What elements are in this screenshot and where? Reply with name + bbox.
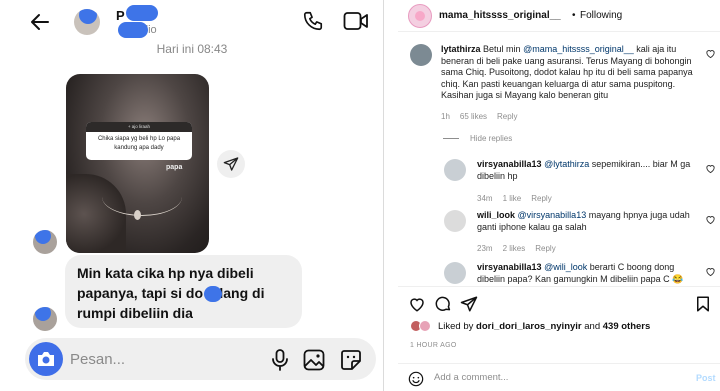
- sender-avatar: [33, 307, 57, 331]
- heart-icon[interactable]: [705, 266, 716, 277]
- gallery-icon[interactable]: [303, 349, 325, 371]
- comment: lytathirza Betul min @mama_hitssss_origi…: [441, 44, 703, 102]
- add-comment-row: Post: [398, 363, 720, 391]
- media-caption: papa: [166, 164, 183, 171]
- question-text: Chika siapa yg beli hp Lo papa kandung a…: [97, 136, 181, 151]
- chat-timestamp: Hari ini 08:43: [156, 42, 228, 56]
- reply-username[interactable]: virsyanabilla13: [477, 262, 542, 272]
- emoji-icon[interactable]: [408, 371, 424, 387]
- add-comment-input[interactable]: [434, 372, 664, 383]
- post-actions: [398, 286, 720, 316]
- liked-by-user[interactable]: dori_dori_laros_nyinyir: [476, 321, 582, 332]
- media-necklace: [102, 178, 182, 216]
- comment-likes[interactable]: 65 likes: [460, 112, 487, 121]
- heart-icon[interactable]: [705, 48, 716, 59]
- shared-media[interactable]: + ajo liraah Chika siapa yg beli hp Lo p…: [66, 74, 209, 253]
- share-icon: [223, 157, 239, 171]
- reply-likes[interactable]: 1 like: [503, 194, 522, 203]
- mic-icon[interactable]: [270, 349, 290, 371]
- phone-icon[interactable]: [302, 10, 324, 32]
- reply-meta: 34m 1 like Reply: [477, 194, 562, 203]
- comment-avatar[interactable]: [410, 44, 432, 66]
- media-pendant: [134, 210, 141, 220]
- back-arrow-icon[interactable]: [28, 10, 52, 34]
- message-input[interactable]: [70, 349, 220, 369]
- reply-avatar[interactable]: [444, 210, 466, 232]
- share-button[interactable]: [217, 150, 245, 178]
- comment-icon[interactable]: [434, 295, 452, 313]
- post-time: 1 HOUR AGO: [410, 342, 457, 349]
- bookmark-icon[interactable]: [694, 295, 712, 313]
- camera-button[interactable]: [29, 342, 63, 376]
- reply-meta: 23m 2 likes Reply: [477, 244, 566, 253]
- reply-reply[interactable]: Reply: [535, 244, 555, 253]
- header-separator: •: [572, 10, 576, 21]
- chat-header: P o dio: [0, 0, 383, 44]
- sender-avatar: [33, 230, 57, 254]
- contact-avatar[interactable]: [74, 9, 100, 35]
- reply-username[interactable]: virsyanabilla13: [477, 159, 542, 169]
- question-header: + ajo liraah: [86, 122, 192, 132]
- follow-status[interactable]: Following: [580, 10, 622, 21]
- comment-mention[interactable]: @mama_hitssss_original__: [523, 44, 634, 54]
- message-text: Min kata cika hp nya dibeli papanya, tap…: [77, 265, 265, 321]
- sticker-icon[interactable]: [340, 349, 362, 371]
- post-panel: mama_hitssss_original__ • Following lyta…: [398, 0, 720, 391]
- reply-time: 34m: [477, 194, 493, 203]
- reply: virsyanabilla13 @lytathirza sepemikiran.…: [477, 159, 699, 182]
- comment-username[interactable]: lytathirza: [441, 44, 481, 54]
- reply-avatar[interactable]: [444, 262, 466, 284]
- reply-mention[interactable]: @virsyanabilla13: [518, 210, 587, 220]
- reply-likes[interactable]: 2 likes: [503, 244, 526, 253]
- hide-replies-line: [443, 138, 459, 139]
- heart-icon[interactable]: [705, 214, 716, 225]
- likes-prefix: Liked by: [438, 321, 477, 332]
- redaction-blob: [126, 5, 158, 21]
- reply-username[interactable]: wili_look: [477, 210, 515, 220]
- video-icon[interactable]: [343, 11, 369, 31]
- post-author-username[interactable]: mama_hitssss_original__: [439, 10, 561, 21]
- liked-by-others[interactable]: 439 others: [603, 321, 651, 332]
- reply-reply[interactable]: Reply: [531, 194, 551, 203]
- post-author-avatar[interactable]: [408, 4, 432, 28]
- reply-avatar[interactable]: [444, 159, 466, 181]
- chat-panel: P o dio Hari ini 08:43 + ajo liraah Chik…: [0, 0, 384, 391]
- hide-replies-button[interactable]: Hide replies: [470, 134, 512, 143]
- camera-icon: [38, 352, 54, 366]
- send-icon[interactable]: [460, 295, 478, 313]
- comment-meta: 1h 65 likes Reply: [441, 112, 527, 121]
- redaction-blob: [204, 286, 222, 302]
- reply: virsyanabilla13 @wili_look berarti C boo…: [477, 262, 699, 286]
- reply: wili_look @virsyanabilla13 mayang hpnya …: [477, 210, 699, 233]
- comment-time: 1h: [441, 112, 450, 121]
- likes-mid: and: [581, 321, 603, 332]
- post-comment-button[interactable]: Post: [696, 373, 716, 383]
- comment-text: Betul min: [483, 44, 524, 54]
- heart-icon[interactable]: [705, 163, 716, 174]
- redaction-blob: [118, 22, 148, 38]
- reply-mention[interactable]: @wili_look: [544, 262, 587, 272]
- reply-time: 23m: [477, 244, 493, 253]
- comment-reply[interactable]: Reply: [497, 112, 517, 121]
- post-header: mama_hitssss_original__ • Following: [398, 0, 720, 32]
- likes-summary[interactable]: Liked by dori_dori_laros_nyinyir and 439…: [438, 321, 650, 332]
- reply-mention[interactable]: @lytathirza: [544, 159, 589, 169]
- message-bubble[interactable]: Min kata cika hp nya dibeli papanya, tap…: [65, 255, 302, 328]
- heart-icon[interactable]: [408, 295, 426, 313]
